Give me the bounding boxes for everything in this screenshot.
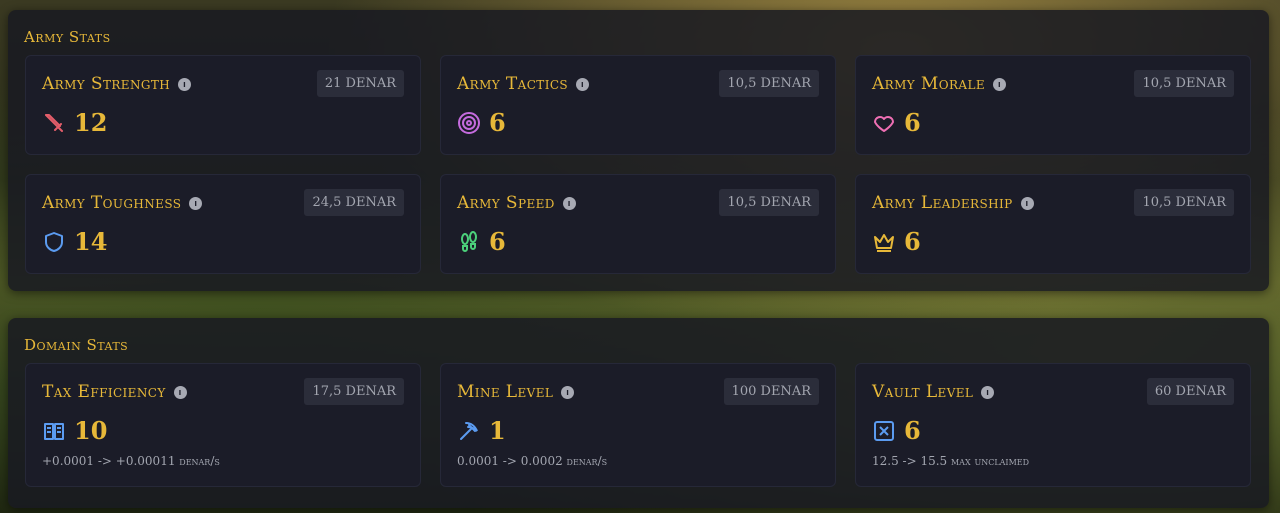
stat-value-row: 6 [457, 227, 506, 256]
domain-stats-title: Domain Stats [24, 336, 129, 354]
stat-label: Army Tactics [457, 74, 569, 94]
book-icon [44, 422, 64, 440]
cost-badge[interactable]: 10,5 DENAR [719, 189, 819, 216]
army-tactics-card[interactable]: Army Tactics i 10,5 DENAR 6 [440, 55, 836, 155]
vault-level-card[interactable]: Vault Level i 60 DENAR 6 12.5 -> 15.5 ma… [855, 363, 1251, 487]
mine-level-title: Mine Level i [457, 382, 575, 402]
stat-value: 14 [74, 227, 108, 256]
domain-stats-panel: Domain Stats Tax Efficiency i 17,5 DENAR… [8, 318, 1269, 508]
cost-badge[interactable]: 10,5 DENAR [1134, 70, 1234, 97]
heart-icon [874, 115, 894, 132]
stat-value: 6 [904, 108, 921, 137]
crown-icon [874, 233, 894, 252]
cost-badge[interactable]: 21 DENAR [316, 70, 404, 97]
stat-subtext: 0.0001 -> 0.0002 denar/s [457, 454, 608, 468]
army-morale-title: Army Morale i [872, 74, 1006, 94]
vault-icon [874, 420, 894, 441]
stat-value-row: 14 [42, 227, 107, 256]
tax-efficiency-card[interactable]: Tax Efficiency i 17,5 DENAR 10 +0.0001 -… [25, 363, 421, 487]
target-icon [458, 111, 480, 134]
stat-value: 12 [74, 108, 108, 137]
info-icon[interactable]: i [562, 196, 576, 210]
cost-badge[interactable]: 10,5 DENAR [1134, 189, 1234, 216]
stat-label: Tax Efficiency [42, 382, 166, 402]
stat-value: 6 [904, 227, 921, 256]
stat-label: Mine Level [457, 382, 554, 402]
army-speed-title: Army Speed i [457, 193, 576, 213]
army-strength-card[interactable]: Army Strength i 21 DENAR 12 [25, 55, 421, 155]
stat-value: 6 [489, 227, 506, 256]
pickaxe-icon [460, 421, 478, 440]
stat-value-row: 6 [872, 108, 921, 137]
info-icon[interactable]: i [178, 77, 192, 91]
cost-badge[interactable]: 24,5 DENAR [304, 189, 404, 216]
stat-subtext: 12.5 -> 15.5 max unclaimed [872, 454, 1030, 468]
stat-label: Vault Level [872, 382, 974, 402]
info-icon[interactable]: i [189, 196, 203, 210]
army-leadership-title: Army Leadership i [872, 193, 1034, 213]
info-icon[interactable]: i [993, 77, 1006, 91]
tax-efficiency-title: Tax Efficiency i [42, 382, 187, 402]
vault-level-title: Vault Level i [872, 382, 995, 402]
stat-value-row: 6 [457, 108, 506, 137]
info-icon[interactable]: i [981, 385, 995, 399]
army-speed-card[interactable]: Army Speed i 10,5 DENAR 6 [440, 174, 836, 274]
stat-label: Army Speed [457, 193, 555, 213]
info-icon[interactable]: i [576, 77, 590, 91]
stat-value: 1 [489, 416, 506, 445]
stat-subtext: +0.0001 -> +0.00011 denar/s [42, 454, 220, 468]
footprints-icon [461, 230, 477, 252]
mine-level-card[interactable]: Mine Level i 100 DENAR 1 0.0001 -> 0.000… [440, 363, 836, 487]
stat-value-row: 10 [42, 416, 107, 445]
stat-value: 10 [74, 416, 108, 445]
stat-value-row: 1 [457, 416, 506, 445]
army-tactics-title: Army Tactics i [457, 74, 590, 94]
shield-icon [45, 231, 63, 252]
army-strength-title: Army Strength i [42, 74, 192, 94]
stat-value-row: 6 [872, 416, 921, 445]
army-stats-title: Army Stats [24, 28, 111, 46]
stat-value: 6 [489, 108, 506, 137]
stat-label: Army Morale [872, 74, 985, 94]
army-toughness-card[interactable]: Army Toughness i 24,5 DENAR 14 [25, 174, 421, 274]
stat-value-row: 6 [872, 227, 921, 256]
army-morale-card[interactable]: Army Morale i 10,5 DENAR 6 [855, 55, 1251, 155]
stat-value-row: 12 [42, 108, 107, 137]
stat-label: Army Leadership [872, 193, 1013, 213]
cost-badge[interactable]: 60 DENAR [1146, 378, 1234, 405]
stat-value: 6 [904, 416, 921, 445]
cost-badge[interactable]: 17,5 DENAR [304, 378, 404, 405]
cost-badge[interactable]: 10,5 DENAR [719, 70, 819, 97]
sword-icon [45, 113, 63, 132]
info-icon[interactable]: i [173, 385, 187, 399]
info-icon[interactable]: i [561, 385, 575, 399]
info-icon[interactable]: i [1020, 196, 1034, 210]
army-stats-panel: Army Stats Army Strength i 21 DENAR 12 A… [8, 10, 1269, 291]
army-leadership-card[interactable]: Army Leadership i 10,5 DENAR 6 [855, 174, 1251, 274]
stat-label: Army Toughness [42, 193, 182, 213]
cost-badge[interactable]: 100 DENAR [723, 378, 819, 405]
stat-label: Army Strength [42, 74, 171, 94]
army-toughness-title: Army Toughness i [42, 193, 203, 213]
